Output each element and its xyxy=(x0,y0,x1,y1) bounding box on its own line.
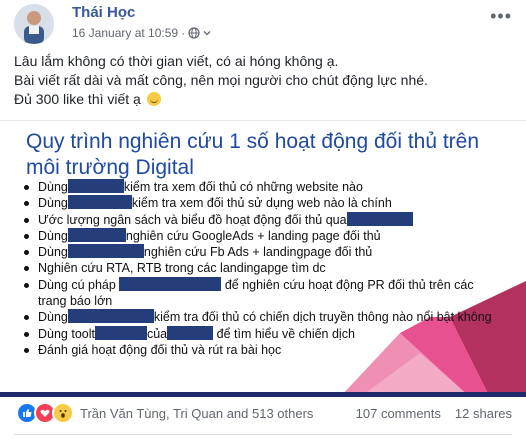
post-text-line-content: Đủ 300 like thì viết ạ xyxy=(14,91,141,107)
bullet-text: Dùng xyxy=(38,310,68,325)
heart-glyph xyxy=(40,409,50,417)
reaction-names[interactable]: Trần Văn Tùng, Tri Quan and 513 others xyxy=(80,406,313,421)
meta-separator: · xyxy=(181,26,186,40)
post-timestamp[interactable]: 16 January at 10:59 xyxy=(72,26,178,40)
wow-icon xyxy=(52,402,74,424)
slide-bullet-list: Dùng kiểm tra xem đối thủ có những websit… xyxy=(22,179,492,358)
avatar-image xyxy=(14,4,54,44)
bullet-item: Dùng toolt của để tìm hiểu về chiến dịch xyxy=(22,325,492,342)
shares-count[interactable]: 12 shares xyxy=(455,406,512,421)
bullet-text: nghiên cứu GoogleAds + landing page đối … xyxy=(125,228,381,243)
redacted-block xyxy=(167,325,214,340)
redacted-block xyxy=(94,325,147,340)
slide-bottom-bar xyxy=(0,392,526,397)
bullet-item: Dùng nghiên cứu Fb Ads + landingpage đối … xyxy=(22,244,492,260)
post-image-slide[interactable]: Quy trình nghiên cứu 1 số hoạt động đối … xyxy=(0,120,526,397)
bullet-item: Dùng kiểm tra đối thủ có chiến dịch truyề… xyxy=(22,309,492,325)
bullet-text: Dùng toolt xyxy=(38,326,95,341)
bullet-text: kiểm tra xem đối thủ có những website nà… xyxy=(123,180,363,194)
redacted-block xyxy=(67,179,124,193)
redacted-block xyxy=(346,211,413,226)
facebook-post: Thái Học 16 January at 10:59 · ••• Lâu l… xyxy=(0,0,526,444)
bullet-item: Dùng kiểm tra xem đối thủ sử dụng web nào… xyxy=(22,195,492,211)
post-text-line: Bài viết rất dài và mất công, nên mọi ng… xyxy=(14,72,428,88)
comments-count[interactable]: 107 comments xyxy=(356,406,441,421)
bullet-item: Dùng kiểm tra xem đối thủ có những websit… xyxy=(22,179,492,195)
redacted-block xyxy=(67,244,144,259)
redacted-block xyxy=(67,227,126,242)
bullet-text: nghiên cứu Fb Ads + landingpage đối thủ xyxy=(143,245,373,260)
reaction-icons[interactable] xyxy=(16,402,74,424)
wow-face-glyph xyxy=(59,410,67,418)
bullet-item: Dùng nghiên cứu GoogleAds + landing page … xyxy=(22,227,492,244)
bullet-item: Nghiên cứu RTA, RTB trong các landingapg… xyxy=(22,260,492,276)
globe-icon[interactable] xyxy=(188,27,200,39)
post-text-line: Lâu lắm không có thời gian viết, có ai h… xyxy=(14,53,339,69)
bullet-text: Dùng xyxy=(38,196,68,211)
bullet-text: Ước lượng ngân sách và biểu đồ hoạt động… xyxy=(38,212,347,227)
post-text: Lâu lắm không có thời gian viết, có ai h… xyxy=(14,52,514,109)
bullet-text: của xyxy=(146,326,168,341)
smile-emoji-icon xyxy=(146,92,161,106)
thumbs-up-glyph xyxy=(23,409,32,417)
bullet-item: Dùng cú pháp để nghiên cứu hoạt động PR … xyxy=(22,276,492,310)
bullet-text: Dùng xyxy=(38,180,68,194)
bullet-text: kiểm tra xem đối thủ sử dụng web nào là … xyxy=(131,196,392,211)
engagement-counts: 107 comments 12 shares xyxy=(356,406,512,421)
redacted-block xyxy=(67,309,154,324)
privacy-dropdown-icon[interactable] xyxy=(203,29,211,37)
redacted-block xyxy=(119,276,222,291)
bullet-text: Dùng xyxy=(38,245,68,260)
bullet-text: để tìm hiểu về chiến dịch xyxy=(216,326,355,341)
bullet-item: Ước lượng ngân sách và biểu đồ hoạt động… xyxy=(22,211,492,228)
bullet-text: Đánh giá hoạt động đối thủ và rút ra bài… xyxy=(38,342,282,357)
redacted-block xyxy=(67,195,132,210)
author-avatar[interactable] xyxy=(14,4,54,44)
footer-divider xyxy=(14,434,512,435)
more-dots-icon[interactable]: ••• xyxy=(490,6,512,27)
bullet-text: kiểm tra đối thủ có chiến dịch truyền th… xyxy=(153,310,492,325)
slide-title: Quy trình nghiên cứu 1 số hoạt động đối … xyxy=(26,130,480,179)
bullet-text: Nghiên cứu RTA, RTB trong các landingapg… xyxy=(38,261,326,276)
bullet-text: Dùng xyxy=(38,228,68,243)
bullet-item: Đánh giá hoạt động đối thủ và rút ra bài… xyxy=(22,342,492,358)
bullet-text: Dùng cú pháp xyxy=(38,277,116,292)
post-text-line: Đủ 300 like thì viết ạ xyxy=(14,90,514,109)
post-meta: 16 January at 10:59 · xyxy=(72,26,211,40)
author-name[interactable]: Thái Học xyxy=(72,4,135,21)
